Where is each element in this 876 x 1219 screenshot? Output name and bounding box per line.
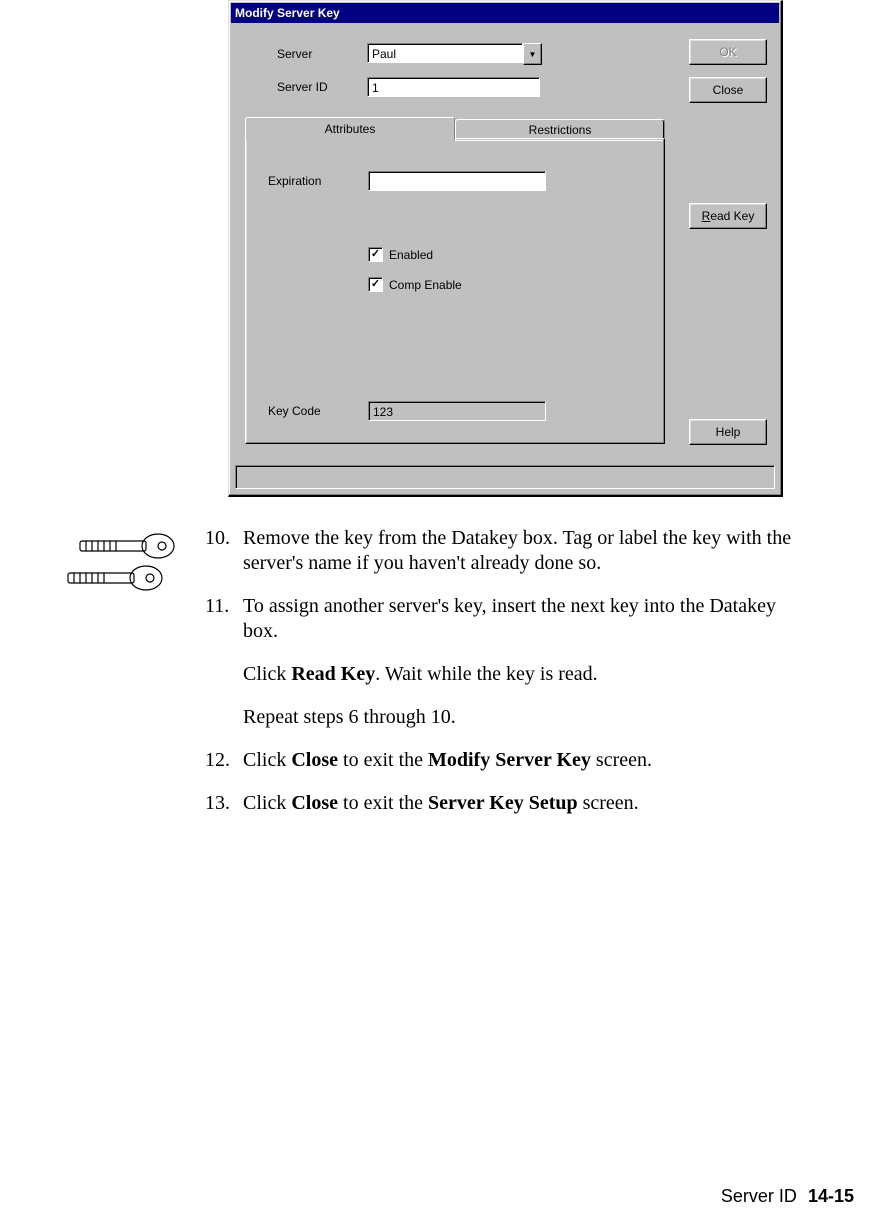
status-bar [235, 465, 775, 489]
close-button-label: Close [713, 83, 744, 97]
dialog-title: Modify Server Key [235, 6, 340, 20]
document-page: Modify Server Key OK Close Read Key [0, 0, 876, 1219]
comp-enable-checkbox-label: Comp Enable [389, 278, 462, 292]
enabled-checkbox-box: ✓ [368, 247, 383, 262]
expiration-row: Expiration [268, 171, 546, 191]
step-paragraph: Click Read Key. Wait while the key is re… [243, 662, 795, 687]
expiration-field[interactable] [368, 171, 546, 191]
expiration-label: Expiration [268, 174, 368, 188]
server-combobox[interactable]: Paul ▼ [367, 43, 542, 65]
key-code-label: Key Code [268, 404, 368, 418]
server-field[interactable]: Paul [367, 43, 523, 63]
ok-button-label: OK [719, 45, 736, 59]
server-label: Server [277, 47, 367, 61]
instructions-list: 10.Remove the key from the Datakey box. … [205, 526, 795, 816]
instruction-step: 10.Remove the key from the Datakey box. … [205, 526, 795, 576]
read-key-button-wrap: Read Key [689, 203, 767, 229]
server-id-field[interactable]: 1 [367, 77, 540, 97]
read-key-button[interactable]: Read Key [689, 203, 767, 229]
enabled-row: ✓ Enabled [368, 247, 433, 262]
server-dropdown-button[interactable]: ▼ [523, 43, 542, 65]
tab-page-attributes: Expiration ✓ Enabled [245, 138, 665, 444]
help-button-label: Help [716, 425, 741, 439]
server-id-label: Server ID [277, 80, 367, 94]
step-number: 13. [205, 791, 243, 816]
step-paragraph: Click Close to exit the Modify Server Ke… [243, 748, 795, 773]
dialog-titlebar: Modify Server Key [231, 3, 779, 23]
keys-icon [62, 530, 182, 610]
step-paragraph: Click Close to exit the Server Key Setup… [243, 791, 795, 816]
close-button[interactable]: Close [689, 77, 767, 103]
attributes-panel: Attributes Restrictions Expiration [245, 117, 665, 447]
step-number: 12. [205, 748, 243, 773]
tab-attributes[interactable]: Attributes [245, 117, 455, 140]
help-button-wrap: Help [689, 419, 767, 445]
instruction-step: 11.To assign another server's key, inser… [205, 594, 795, 730]
tab-strip: Attributes Restrictions [245, 117, 665, 139]
step-body: Click Close to exit the Server Key Setup… [243, 791, 795, 816]
comp-enable-checkbox-box: ✓ [368, 277, 383, 292]
enabled-checkbox[interactable]: ✓ Enabled [368, 247, 433, 262]
key-code-row: Key Code 123 [268, 401, 546, 421]
step-number: 11. [205, 594, 243, 730]
instruction-step: 12.Click Close to exit the Modify Server… [205, 748, 795, 773]
server-row: Server Paul ▼ [277, 43, 542, 65]
check-icon: ✓ [371, 249, 380, 260]
dialog-button-column: OK Close [689, 39, 767, 103]
page-footer: Server ID 14-15 [721, 1186, 854, 1207]
enabled-checkbox-label: Enabled [389, 248, 433, 262]
step-body: Remove the key from the Datakey box. Tag… [243, 526, 795, 576]
step-body: Click Close to exit the Modify Server Ke… [243, 748, 795, 773]
tab-restrictions-label: Restrictions [529, 123, 592, 137]
ok-button[interactable]: OK [689, 39, 767, 65]
key-code-field: 123 [368, 401, 546, 421]
footer-page-number: 14-15 [808, 1186, 854, 1206]
footer-section: Server ID [721, 1186, 797, 1206]
step-body: To assign another server's key, insert t… [243, 594, 795, 730]
instruction-step: 13.Click Close to exit the Server Key Se… [205, 791, 795, 816]
comp-enable-row: ✓ Comp Enable [368, 277, 462, 292]
step-paragraph: Remove the key from the Datakey box. Tag… [243, 526, 795, 576]
check-icon: ✓ [371, 279, 380, 290]
read-key-button-label: Read Key [702, 209, 755, 223]
server-id-row: Server ID 1 [277, 77, 540, 97]
step-number: 10. [205, 526, 243, 576]
instructions-block: 10.Remove the key from the Datakey box. … [205, 526, 795, 834]
step-paragraph: Repeat steps 6 through 10. [243, 705, 795, 730]
comp-enable-checkbox[interactable]: ✓ Comp Enable [368, 277, 462, 292]
tab-attributes-label: Attributes [325, 122, 376, 136]
modify-server-key-dialog: Modify Server Key OK Close Read Key [228, 0, 783, 497]
dialog-body: OK Close Read Key Help [229, 25, 781, 495]
chevron-down-icon: ▼ [529, 50, 537, 59]
dialog-screenshot: Modify Server Key OK Close Read Key [228, 0, 783, 497]
help-button[interactable]: Help [689, 419, 767, 445]
step-paragraph: To assign another server's key, insert t… [243, 594, 795, 644]
